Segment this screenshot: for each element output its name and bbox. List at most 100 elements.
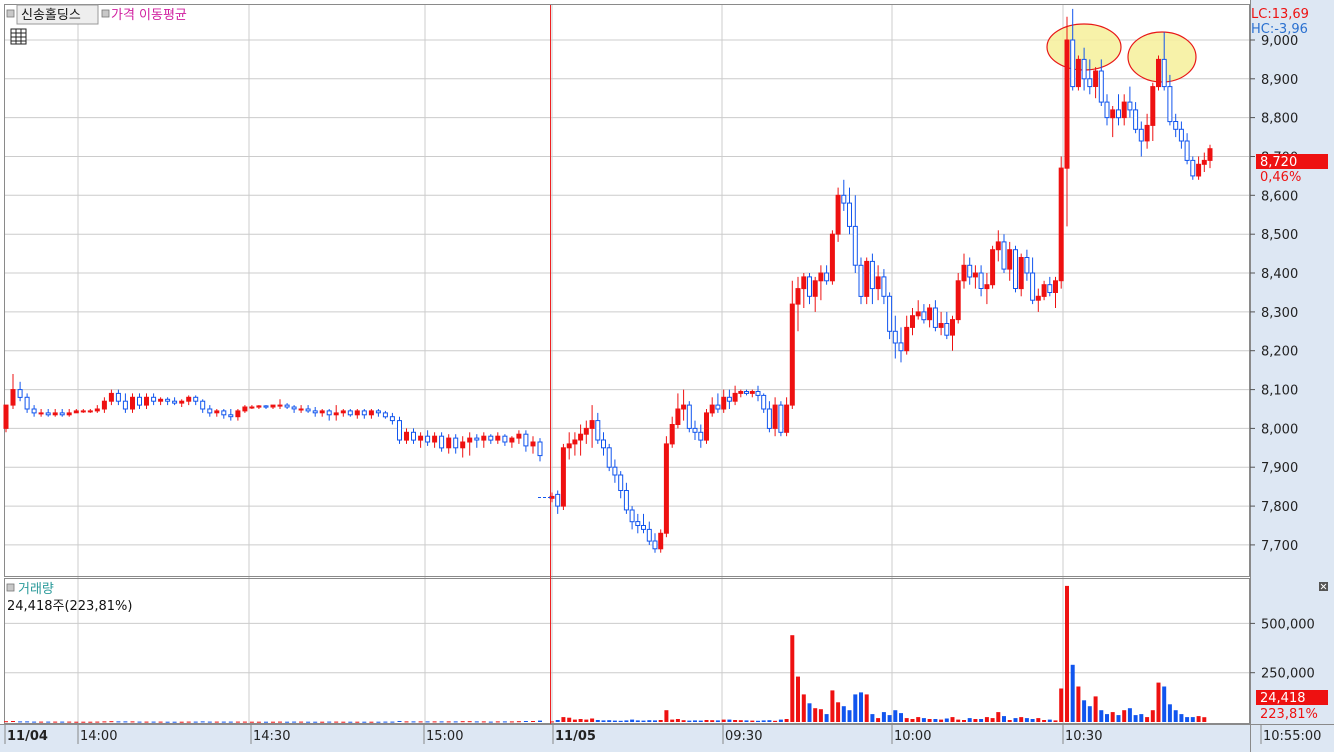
price-tick-label: 8,900 — [1261, 73, 1298, 88]
candle-body — [312, 410, 318, 414]
volume-bar — [397, 721, 402, 722]
volume-bar — [584, 719, 589, 722]
candle-body — [618, 474, 624, 491]
volume-panel-info: 24,418주(223,81%) — [7, 599, 132, 614]
x-axis-label: 10:30 — [1065, 729, 1102, 744]
candle-body — [137, 396, 142, 406]
volume-bar — [383, 721, 388, 723]
volume-bar — [376, 721, 381, 723]
candle-body — [841, 194, 847, 204]
candle-body — [944, 323, 950, 336]
volume-bar — [306, 721, 311, 723]
volume-bar — [172, 721, 177, 723]
price-tick-label: 8,200 — [1261, 345, 1298, 360]
candle-body — [354, 410, 360, 416]
volume-bar — [950, 717, 955, 722]
volume-bar — [341, 721, 346, 723]
candle-body — [235, 410, 241, 418]
volume-bar — [249, 721, 254, 723]
volume-bar — [893, 710, 898, 722]
volume-bar — [590, 718, 595, 722]
volume-bar — [710, 720, 715, 722]
volume-bar — [1059, 688, 1064, 722]
candle-body — [898, 342, 904, 352]
candle-body — [881, 276, 887, 297]
candle-body — [795, 288, 801, 305]
lc-label: LC:13,69 — [1251, 7, 1309, 22]
candle-body — [375, 410, 381, 414]
volume-bar — [228, 721, 233, 723]
candle-body — [1190, 159, 1196, 177]
candle-body — [1138, 128, 1144, 142]
volume-bar — [362, 721, 367, 723]
volume-bar — [658, 720, 663, 722]
price-tick-label: 7,900 — [1261, 461, 1298, 476]
candle-body — [818, 272, 824, 282]
candle-body — [59, 412, 65, 416]
candle-body — [858, 264, 864, 297]
candle-body — [961, 264, 967, 282]
volume-bar — [572, 719, 577, 722]
volume-bar — [1190, 717, 1195, 722]
price-tick-label: 8,100 — [1261, 384, 1298, 399]
volume-bar — [348, 721, 353, 723]
candle-body — [453, 437, 459, 449]
volume-bar — [904, 718, 909, 722]
candle-body — [646, 528, 652, 542]
volume-bar — [756, 720, 760, 722]
x-axis-area — [0, 724, 1334, 752]
candle-body — [397, 420, 402, 441]
volume-bar — [1053, 720, 1058, 722]
volume-bar — [1162, 686, 1167, 722]
price-tick-label: 7,700 — [1261, 539, 1298, 554]
candle-body — [249, 406, 255, 409]
volume-bar — [32, 721, 37, 723]
volume-bar — [767, 720, 772, 722]
candle-body — [474, 437, 480, 441]
candle-body — [1116, 109, 1121, 119]
candle-body — [151, 396, 157, 402]
candle-body — [887, 295, 893, 332]
candle-body — [1104, 101, 1110, 119]
volume-bar — [550, 721, 554, 723]
candle-body — [749, 391, 755, 394]
volume-bar — [670, 719, 675, 722]
volume-bar — [25, 721, 30, 723]
candle-body — [641, 525, 646, 530]
candle-body — [1087, 78, 1093, 88]
price-tick-label: 8,000 — [1261, 422, 1298, 437]
volume-bar — [4, 721, 8, 723]
candle-body — [144, 396, 149, 406]
volume-bar — [516, 721, 521, 723]
candle-body — [488, 435, 494, 441]
candle-body — [864, 260, 870, 297]
candle-body — [847, 202, 852, 227]
volume-bar — [313, 721, 318, 723]
candle-body — [635, 521, 641, 526]
volume-bar — [60, 721, 65, 723]
volume-bar — [404, 721, 409, 723]
candle-body — [1041, 284, 1047, 297]
candle-body — [94, 408, 100, 412]
candle-body — [927, 307, 933, 321]
candle-body — [530, 441, 536, 447]
x-axis-label: 14:00 — [80, 729, 117, 744]
volume-bar — [881, 712, 886, 722]
volume-bar — [990, 718, 995, 722]
volume-bar — [1042, 720, 1047, 722]
candle-body — [404, 431, 409, 441]
candle-body — [179, 400, 185, 404]
candle-body — [382, 412, 388, 418]
candle-body — [967, 264, 973, 278]
current-volume-value: 24,418 — [1260, 691, 1306, 706]
volume-bar — [1093, 696, 1098, 722]
candle-body — [623, 490, 629, 511]
volume-bar — [334, 721, 339, 723]
stock-chart[interactable]: 9,0008,9008,8008,7008,6008,5008,4008,300… — [0, 0, 1334, 752]
volume-bar — [847, 710, 852, 722]
moving-average-indicator-label[interactable]: 가격 이동평균 — [111, 8, 187, 23]
candle-body — [612, 466, 618, 476]
volume-bar — [1024, 718, 1029, 722]
volume-bar — [207, 721, 212, 723]
data-table-icon[interactable] — [10, 28, 27, 45]
